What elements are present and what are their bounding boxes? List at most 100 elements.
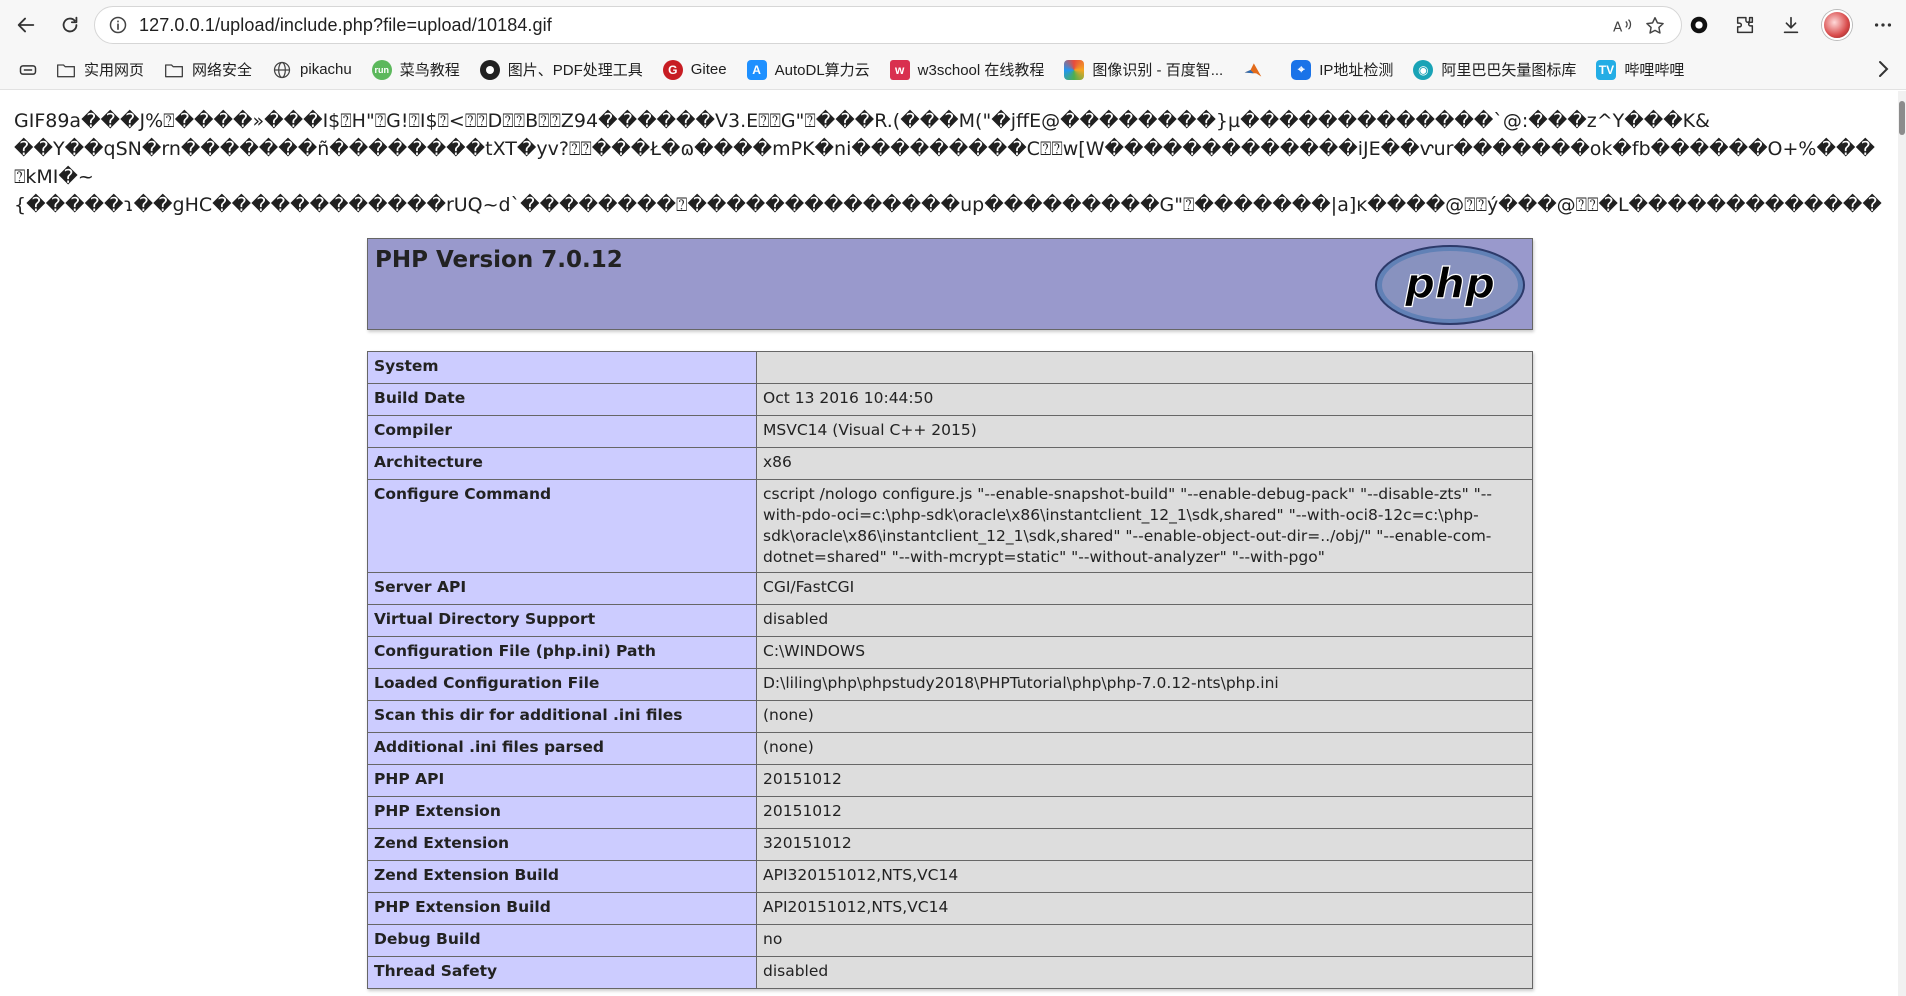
iconfont-icon: ◉ (1413, 59, 1434, 80)
svg-text:A: A (1613, 19, 1623, 35)
runoob-icon: run (371, 59, 392, 80)
config-key: System (367, 351, 757, 384)
collections-button[interactable] (10, 55, 46, 85)
php-version-title: PHP Version 7.0.12 (375, 247, 623, 273)
table-row: Loaded Configuration File D:\liling\php\p… (367, 668, 1533, 701)
bookmark-item[interactable]: pikachu (262, 55, 362, 85)
config-value: MSVC14 (Visual C++ 2015) (756, 415, 1533, 448)
bookmark-item[interactable]: w w3school 在线教程 (880, 55, 1055, 85)
extension-circle-button[interactable] (1676, 5, 1722, 45)
chevron-right-icon[interactable] (1874, 58, 1892, 86)
bookmark-item[interactable] (1233, 55, 1281, 85)
config-key: Loaded Configuration File (367, 668, 757, 701)
bookmark-label: 图像识别 - 百度智... (1092, 62, 1224, 79)
bookmark-item[interactable]: 图片、PDF处理工具 (470, 55, 653, 85)
config-value: C:\WINDOWS (756, 636, 1533, 669)
binary-text-line: ⍰kMI�~ (14, 166, 94, 188)
profile-button[interactable] (1814, 5, 1860, 45)
bookmark-item[interactable]: run 菜鸟教程 (362, 55, 470, 85)
config-key: Thread Safety (367, 956, 757, 989)
config-key: Configure Command (367, 479, 757, 573)
bookmark-item[interactable]: 图像识别 - 百度智... (1054, 55, 1233, 85)
config-key: Virtual Directory Support (367, 604, 757, 637)
bookmarks-bar: 实用网页 网络安全 pikachu run 菜鸟教程 图片、PDF处理工具 G … (0, 50, 1906, 90)
arrow-left-icon (17, 17, 35, 33)
favorite-star-icon[interactable] (1639, 11, 1671, 41)
config-key: Build Date (367, 383, 757, 416)
config-value: CGI/FastCGI (756, 572, 1533, 605)
collections-icon (19, 64, 37, 75)
download-icon (1783, 16, 1799, 34)
table-row: Scan this dir for additional .ini files(… (367, 700, 1533, 733)
table-row: System (367, 351, 1533, 384)
table-row: Configuration File (php.ini) Path C:\WIND… (367, 636, 1533, 669)
bookmark-label: IP地址检测 (1319, 62, 1394, 79)
reload-button[interactable] (50, 5, 90, 45)
config-value (756, 351, 1533, 384)
bookmark-item[interactable]: ⌖ IP地址检测 (1281, 55, 1403, 85)
downloads-button[interactable] (1768, 5, 1814, 45)
browser-toolbar: 127.0.0.1/upload/include.php?file=upload… (0, 0, 1906, 50)
bookmark-label: 图片、PDF处理工具 (507, 62, 643, 79)
config-value: (none) (756, 732, 1533, 765)
gif-binary-output: GIF89a���J%⍰����»���I$⍰H"⍰G!⍰I$⍰<⍰⍰D⍰⍰B⍰… (14, 107, 1894, 219)
config-key: PHP Extension (367, 796, 757, 829)
config-value: API320151012,NTS,VC14 (756, 860, 1533, 893)
svg-text:php: php (1404, 259, 1495, 308)
scrollbar-thumb[interactable] (1899, 101, 1905, 135)
folder-icon (164, 60, 184, 80)
bookmark-item[interactable]: ◉ 阿里巴巴矢量图标库 (1403, 55, 1586, 85)
address-bar[interactable]: 127.0.0.1/upload/include.php?file=upload… (94, 6, 1682, 44)
config-key: PHP API (367, 764, 757, 797)
table-row: PHP Extension 20151012 (367, 796, 1533, 829)
page-scrollbar[interactable] (1898, 91, 1906, 996)
config-value: (none) (756, 700, 1533, 733)
config-value: cscript /nologo configure.js "--enable-s… (756, 479, 1533, 573)
settings-more-button[interactable] (1860, 5, 1906, 45)
config-value: D:\liling\php\phpstudy2018\PHPTutorial\p… (756, 668, 1533, 701)
more-horizontal-icon (1874, 23, 1892, 27)
tool-icon (479, 59, 500, 80)
config-key: Zend Extension Build (367, 860, 757, 893)
ip-icon: ⌖ (1291, 59, 1312, 80)
binary-text-line: {�����ɿ��gHC������������rUQ~d`��������⍰�… (14, 194, 1882, 216)
back-button[interactable] (6, 5, 46, 45)
bookmark-item[interactable]: G Gitee (653, 55, 737, 85)
site-info-icon[interactable] (101, 8, 135, 42)
config-key: Compiler (367, 415, 757, 448)
bookmark-label: 网络安全 (192, 62, 253, 79)
bookmark-label: pikachu (300, 61, 352, 78)
extensions-button[interactable] (1722, 5, 1768, 45)
table-row: Compiler MSVC14 (Visual C++ 2015) (367, 415, 1533, 448)
w3school-icon: w (889, 59, 910, 80)
config-key: Configuration File (php.ini) Path (367, 636, 757, 669)
puzzle-icon (1736, 16, 1754, 34)
php-logo-icon: php (1375, 245, 1525, 325)
config-value: Oct 13 2016 10:44:50 (756, 383, 1533, 416)
bookmark-label: Gitee (690, 61, 727, 78)
record-icon (1690, 16, 1708, 34)
config-key: PHP Extension Build (367, 892, 757, 925)
bookmark-label: 菜鸟教程 (399, 62, 460, 79)
config-value: disabled (756, 956, 1533, 989)
bookmark-label: 哔哩哔哩 (1624, 62, 1685, 79)
baidu-ai-icon (1064, 59, 1085, 80)
reload-icon (62, 16, 78, 33)
config-value: no (756, 924, 1533, 957)
phpinfo-table: System Build Date Oct 13 2016 10:44:50 Comp… (367, 351, 1533, 989)
read-aloud-icon[interactable]: A (1607, 11, 1639, 41)
url-text[interactable]: 127.0.0.1/upload/include.php?file=upload… (139, 15, 552, 36)
bookmark-item[interactable]: A AutoDL算力云 (737, 55, 880, 85)
bookmark-item[interactable]: 网络安全 (154, 55, 262, 85)
binary-text-line: GIF89a���J%⍰����»���I$⍰H"⍰G!⍰I$⍰<⍰⍰D⍰⍰B⍰… (14, 110, 1710, 132)
bookmark-item[interactable]: 实用网页 (46, 55, 154, 85)
config-key: Architecture (367, 447, 757, 480)
table-row: PHP Extension Build API20151012,NTS,VC14 (367, 892, 1533, 925)
table-row: PHP API 20151012 (367, 764, 1533, 797)
table-row: Debug Build no (367, 924, 1533, 957)
bookmark-item[interactable]: TV 哔哩哔哩 (1586, 55, 1694, 85)
config-key: Debug Build (367, 924, 757, 957)
table-row: Architecture x86 (367, 447, 1533, 480)
globe-icon (272, 60, 292, 80)
table-row: Build Date Oct 13 2016 10:44:50 (367, 383, 1533, 416)
